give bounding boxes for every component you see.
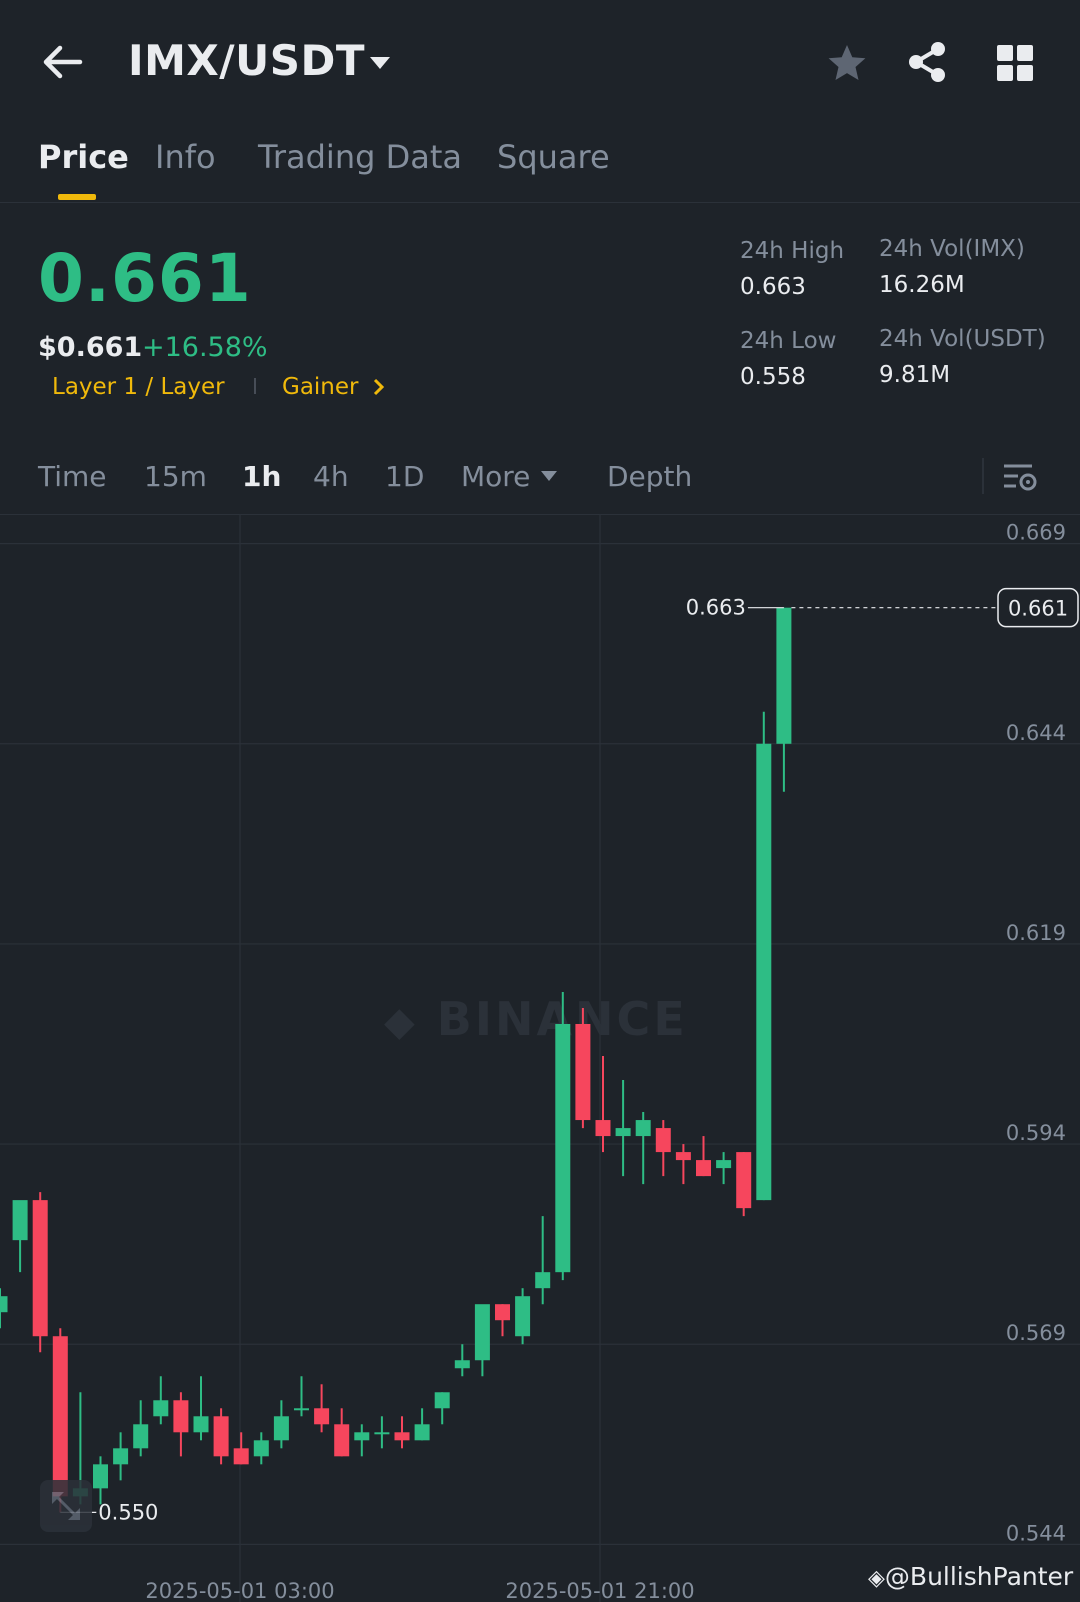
- chevron-right-icon[interactable]: [372, 378, 386, 396]
- candle-up: [414, 1424, 430, 1441]
- tab-price[interactable]: Price: [38, 138, 129, 176]
- stat-24h-high-value: 0.663: [740, 274, 806, 300]
- pair-title[interactable]: IMX/USDT: [128, 36, 365, 85]
- candlestick-chart[interactable]: 0.669 0.644 0.619 0.594 0.569 0.544 2025-05-01…: [0, 514, 1080, 1602]
- x-axis-label: 2025-05-01 21:00: [505, 1579, 694, 1602]
- tag-divider: [254, 378, 256, 394]
- candle-down: [32, 1200, 48, 1337]
- candle-down: [575, 1023, 591, 1121]
- candle-up: [515, 1296, 531, 1337]
- candle-up: [615, 1128, 631, 1137]
- y-axis-label: 0.644: [1006, 721, 1066, 745]
- caret-down-icon[interactable]: [368, 54, 392, 72]
- stat-24h-low-label: 24h Low: [740, 328, 837, 354]
- candle-down: [173, 1400, 189, 1433]
- y-axis-label: 0.544: [1006, 1521, 1066, 1545]
- interval-divider: [982, 458, 984, 494]
- usd-price: $0.661: [38, 332, 143, 363]
- last-price-label: 0.661: [1008, 597, 1068, 621]
- interval-15m[interactable]: 15m: [144, 460, 207, 493]
- stat-24h-low-value: 0.558: [740, 364, 806, 390]
- fullscreen-button[interactable]: [40, 1480, 92, 1532]
- stat-24h-high-label: 24h High: [740, 238, 845, 264]
- candle-up: [635, 1120, 651, 1137]
- interval-depth[interactable]: Depth: [607, 460, 692, 493]
- candle-up: [776, 607, 792, 744]
- y-axis-label: 0.594: [1006, 1121, 1066, 1145]
- candle-up: [535, 1272, 551, 1289]
- back-arrow-icon[interactable]: [40, 42, 84, 82]
- candle-down: [696, 1160, 711, 1177]
- candle-up: [434, 1392, 450, 1409]
- chart-settings-icon[interactable]: [1002, 460, 1038, 496]
- interval-1h[interactable]: 1h: [242, 460, 281, 493]
- candle-down: [394, 1432, 410, 1441]
- y-axis-label: 0.569: [1006, 1321, 1066, 1345]
- x-axis-label: 2025-05-01 03:00: [145, 1579, 334, 1602]
- candle-up: [555, 1023, 571, 1273]
- price-change-percent: +16.58%: [142, 332, 268, 363]
- candle-up: [454, 1360, 470, 1369]
- candle-up: [93, 1464, 108, 1489]
- candle-down: [233, 1448, 249, 1465]
- interval-4h[interactable]: 4h: [313, 460, 349, 493]
- candle-up: [354, 1432, 370, 1441]
- category-tag-gainer[interactable]: Gainer: [282, 374, 359, 400]
- candle-up: [12, 1200, 28, 1241]
- tab-bar: Price Info Trading Data Square: [0, 130, 1080, 203]
- candle-up: [374, 1432, 390, 1435]
- last-price: 0.661: [38, 240, 252, 317]
- candle-down: [495, 1304, 510, 1321]
- candle-down: [675, 1152, 691, 1161]
- stat-24h-vol-usdt-value: 9.81M: [879, 362, 951, 388]
- candle-up: [273, 1416, 289, 1441]
- stat-24h-vol-imx-label: 24h Vol(IMX): [879, 236, 1025, 262]
- candle-down: [314, 1408, 330, 1425]
- candle-up: [474, 1304, 490, 1361]
- candle-down: [334, 1424, 350, 1457]
- stat-24h-vol-imx-value: 16.26M: [879, 272, 965, 298]
- candle-up: [133, 1424, 149, 1449]
- candle-up: [193, 1416, 209, 1433]
- tab-info[interactable]: Info: [155, 138, 216, 176]
- low-marker-label: 0.550: [98, 1500, 158, 1524]
- active-tab-indicator: [58, 194, 96, 200]
- expand-icon: [52, 1492, 80, 1520]
- candle-down: [736, 1152, 752, 1209]
- tab-trading-data[interactable]: Trading Data: [258, 138, 462, 176]
- tab-square[interactable]: Square: [497, 138, 610, 176]
- candle-up: [294, 1408, 309, 1411]
- y-axis-label: 0.669: [1006, 521, 1066, 545]
- share-icon[interactable]: [906, 40, 948, 84]
- candle-down: [52, 1336, 68, 1497]
- candle-up: [113, 1448, 129, 1465]
- candle-up: [253, 1440, 269, 1457]
- interval-1d[interactable]: 1D: [385, 460, 424, 493]
- candle-down: [655, 1128, 671, 1153]
- candle-up: [756, 743, 772, 1201]
- credit-watermark: ◈@BullishPanter: [868, 1562, 1074, 1591]
- star-icon[interactable]: [826, 42, 868, 84]
- high-marker-label: 0.663: [686, 596, 746, 620]
- category-tag-layer[interactable]: Layer 1 / Layer: [52, 374, 225, 400]
- grid-icon[interactable]: [996, 44, 1034, 82]
- candle-up: [716, 1160, 732, 1169]
- stat-24h-vol-usdt-label: 24h Vol(USDT): [879, 326, 1046, 352]
- candle-up: [153, 1400, 169, 1417]
- y-axis-label: 0.619: [1006, 921, 1066, 945]
- interval-more[interactable]: More: [461, 460, 530, 493]
- interval-time[interactable]: Time: [38, 460, 107, 493]
- candle-up: [0, 1296, 8, 1313]
- more-caret-down-icon[interactable]: [540, 470, 558, 482]
- candle-down: [213, 1416, 229, 1457]
- candle-down: [595, 1120, 611, 1137]
